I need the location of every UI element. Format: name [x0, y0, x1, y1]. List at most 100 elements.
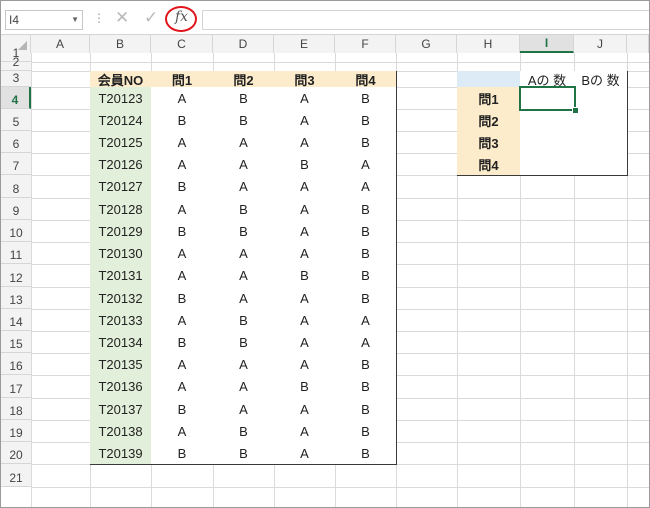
- member-id-cell[interactable]: T20128: [90, 198, 152, 221]
- answer-cell[interactable]: B: [151, 175, 214, 199]
- answer-cell[interactable]: A: [213, 398, 275, 421]
- answer-cell[interactable]: A: [151, 153, 214, 176]
- count-a-cell[interactable]: [520, 131, 575, 154]
- answer-cell[interactable]: B: [151, 398, 214, 421]
- answer-cell[interactable]: B: [151, 331, 214, 354]
- answer-cell[interactable]: A: [274, 287, 336, 310]
- row-header-15[interactable]: 15: [1, 331, 31, 353]
- answer-cell[interactable]: B: [335, 220, 397, 243]
- row-header-3[interactable]: 3: [1, 71, 31, 87]
- row-header-6[interactable]: 6: [1, 131, 31, 153]
- answer-cell[interactable]: B: [213, 198, 275, 221]
- answer-cell[interactable]: B: [151, 220, 214, 243]
- row-header-20[interactable]: 20: [1, 442, 31, 464]
- answer-cell[interactable]: B: [335, 398, 397, 421]
- member-id-cell[interactable]: T20131: [90, 264, 152, 288]
- answer-cell[interactable]: A: [274, 309, 336, 332]
- row-header-8[interactable]: 8: [1, 175, 31, 198]
- answer-cell[interactable]: A: [274, 175, 336, 199]
- member-id-cell[interactable]: T20130: [90, 242, 152, 265]
- question-label-cell[interactable]: 問3: [457, 131, 521, 154]
- header-cell-member-no[interactable]: 会員NO: [90, 71, 152, 88]
- question-label-cell[interactable]: 問4: [457, 153, 521, 176]
- answer-cell[interactable]: A: [151, 131, 214, 154]
- count-b-cell[interactable]: [574, 109, 628, 132]
- answer-cell[interactable]: B: [151, 109, 214, 132]
- row-header-10[interactable]: 10: [1, 220, 31, 242]
- answer-cell[interactable]: B: [335, 242, 397, 265]
- answer-cell[interactable]: A: [335, 309, 397, 332]
- row-header-9[interactable]: 9: [1, 198, 31, 220]
- answer-cell[interactable]: B: [274, 264, 336, 288]
- answer-cell[interactable]: B: [213, 420, 275, 443]
- row-header-11[interactable]: 11: [1, 242, 31, 264]
- answer-cell[interactable]: A: [213, 131, 275, 154]
- row-header-18[interactable]: 18: [1, 398, 31, 420]
- column-header-f[interactable]: F: [335, 35, 396, 53]
- answer-cell[interactable]: A: [274, 109, 336, 132]
- sheet-grid[interactable]: A B C D E F G H I J 1 2 3 4 5 6 7 8 9 10 11 12 13 14 15 16 17 18 19 2…: [1, 1, 649, 507]
- answer-cell[interactable]: B: [335, 264, 397, 288]
- column-header-partial[interactable]: [627, 35, 649, 53]
- answer-cell[interactable]: B: [335, 109, 397, 132]
- header-cell-q3[interactable]: 問3: [274, 71, 336, 88]
- member-id-cell[interactable]: T20126: [90, 153, 152, 176]
- answer-cell[interactable]: B: [213, 220, 275, 243]
- answer-cell[interactable]: A: [274, 331, 336, 354]
- member-id-cell[interactable]: T20138: [90, 420, 152, 443]
- count-b-cell[interactable]: [574, 131, 628, 154]
- answer-cell[interactable]: B: [335, 442, 397, 465]
- answer-cell[interactable]: B: [213, 109, 275, 132]
- answer-cell[interactable]: A: [274, 420, 336, 443]
- active-cell-selection[interactable]: [519, 86, 576, 111]
- count-b-header[interactable]: Bの 数: [574, 71, 628, 88]
- answer-cell[interactable]: B: [213, 331, 275, 354]
- answer-cell[interactable]: A: [213, 375, 275, 399]
- answer-cell[interactable]: A: [335, 153, 397, 176]
- answer-cell[interactable]: B: [335, 131, 397, 154]
- answer-cell[interactable]: B: [213, 87, 275, 110]
- row-header-16[interactable]: 16: [1, 353, 31, 375]
- member-id-cell[interactable]: T20125: [90, 131, 152, 154]
- member-id-cell[interactable]: T20132: [90, 287, 152, 310]
- answer-cell[interactable]: A: [335, 175, 397, 199]
- member-id-cell[interactable]: T20136: [90, 375, 152, 399]
- header-cell-q4[interactable]: 問4: [335, 71, 397, 88]
- row-header-5[interactable]: 5: [1, 109, 31, 131]
- row-header-7[interactable]: 7: [1, 153, 31, 175]
- column-header-h[interactable]: H: [457, 35, 520, 53]
- fill-handle[interactable]: [572, 107, 579, 114]
- answer-cell[interactable]: B: [335, 420, 397, 443]
- column-header-a[interactable]: A: [31, 35, 90, 53]
- answer-cell[interactable]: B: [151, 287, 214, 310]
- answer-cell[interactable]: A: [274, 353, 336, 376]
- column-header-d[interactable]: D: [213, 35, 274, 53]
- answer-cell[interactable]: A: [151, 309, 214, 332]
- header-cell-q1[interactable]: 問1: [151, 71, 214, 88]
- answer-cell[interactable]: A: [213, 287, 275, 310]
- member-id-cell[interactable]: T20139: [90, 442, 152, 465]
- member-id-cell[interactable]: T20134: [90, 331, 152, 354]
- answer-cell[interactable]: A: [151, 87, 214, 110]
- row-header-19[interactable]: 19: [1, 420, 31, 442]
- answer-cell[interactable]: B: [213, 309, 275, 332]
- count-a-cell[interactable]: [520, 109, 575, 132]
- answer-cell[interactable]: B: [335, 353, 397, 376]
- row-header-4[interactable]: 4: [1, 87, 31, 109]
- member-id-cell[interactable]: T20123: [90, 87, 152, 110]
- answer-cell[interactable]: A: [274, 242, 336, 265]
- answer-cell[interactable]: B: [274, 153, 336, 176]
- question-label-cell[interactable]: 問2: [457, 109, 521, 132]
- column-header-b[interactable]: B: [90, 35, 151, 53]
- count-b-cell[interactable]: [574, 153, 628, 176]
- member-id-cell[interactable]: T20124: [90, 109, 152, 132]
- column-header-i[interactable]: I: [520, 35, 574, 53]
- answer-cell[interactable]: A: [213, 264, 275, 288]
- answer-cell[interactable]: A: [151, 353, 214, 376]
- answer-cell[interactable]: B: [151, 442, 214, 465]
- answer-cell[interactable]: A: [213, 175, 275, 199]
- answer-cell[interactable]: A: [151, 375, 214, 399]
- answer-cell[interactable]: B: [335, 287, 397, 310]
- answer-cell[interactable]: A: [213, 242, 275, 265]
- member-id-cell[interactable]: T20137: [90, 398, 152, 421]
